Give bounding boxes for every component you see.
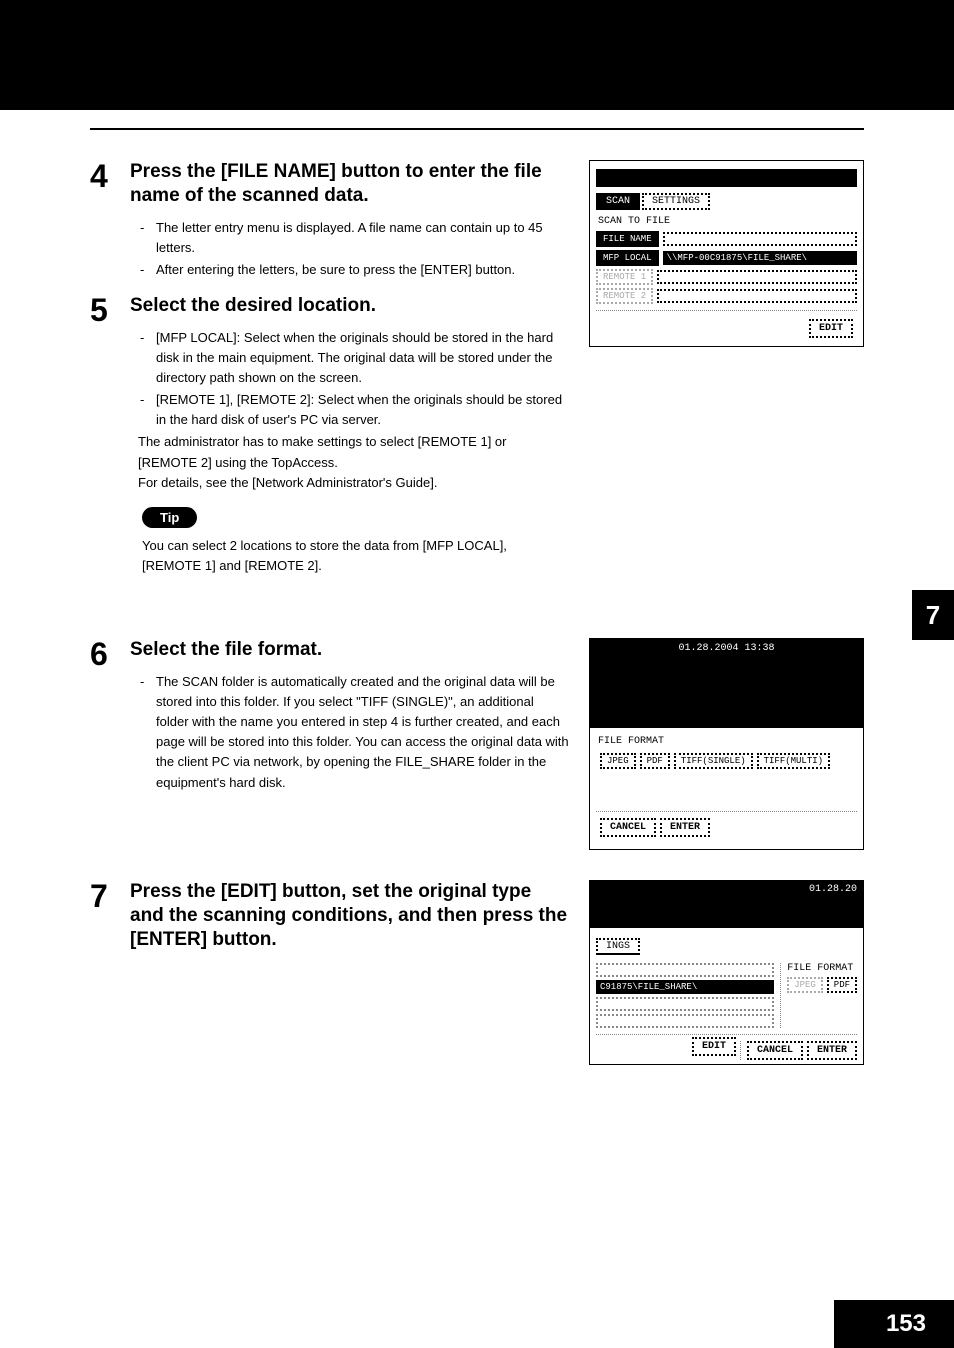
lcd-jpeg-button[interactable]: JPEG	[787, 977, 823, 993]
lcd-remote2-button[interactable]: REMOTE 2	[596, 288, 653, 304]
step-5: 5 Select the desired location. [MFP LOCA…	[90, 294, 569, 596]
step-4-bullet: The letter entry menu is displayed. A fi…	[144, 218, 569, 258]
lcd-path-fragment: C91875\FILE_SHARE\	[596, 980, 774, 994]
step-number-6: 6	[90, 638, 114, 795]
lcd-fileformat-label: FILE FORMAT	[598, 736, 855, 747]
lcd-edit-screen: 01.28.20 INGS C91875\FILE_SHARE\	[589, 880, 864, 1065]
lcd-path-field: \\MFP-00C91875\FILE_SHARE\	[663, 251, 857, 265]
lcd-edit-button[interactable]: EDIT	[692, 1037, 736, 1056]
step-6: 6 Select the file format. The SCAN folde…	[90, 638, 569, 795]
lcd-tiff-multi-button[interactable]: TIFF(MULTI)	[757, 753, 830, 769]
lcd-pdf-button[interactable]: PDF	[827, 977, 857, 993]
tip-text: You can select 2 locations to store the …	[142, 536, 569, 576]
lcd-fileformat-label: FILE FORMAT	[787, 963, 857, 974]
lcd-enter-button[interactable]: ENTER	[807, 1041, 857, 1060]
step-7-title: Press the [EDIT] button, set the origina…	[130, 880, 569, 951]
lcd-remote2-field[interactable]	[657, 289, 857, 303]
step-6-title: Select the file format.	[130, 638, 569, 662]
step-4-title: Press the [FILE NAME] button to enter th…	[130, 160, 569, 208]
lcd-filename-field[interactable]	[663, 232, 857, 246]
horizontal-rule	[90, 128, 864, 130]
lcd-jpeg-button[interactable]: JPEG	[600, 753, 636, 769]
lcd-tiff-single-button[interactable]: TIFF(SINGLE)	[674, 753, 753, 769]
lcd-pdf-button[interactable]: PDF	[640, 753, 670, 769]
page-number: 153	[834, 1300, 954, 1348]
lcd-file-format: 01.28.2004 13:38 FILE FORMAT JPEG PDF TI…	[589, 638, 864, 850]
step-number-4: 4	[90, 160, 114, 282]
step-7: 7 Press the [EDIT] button, set the origi…	[90, 880, 569, 961]
lcd-edit-button[interactable]: EDIT	[809, 319, 853, 338]
lcd-tab-scan[interactable]: SCAN	[596, 193, 640, 210]
step-number-7: 7	[90, 880, 114, 961]
lcd-filename-button[interactable]: FILE NAME	[596, 231, 659, 247]
step-4: 4 Press the [FILE NAME] button to enter …	[90, 160, 569, 282]
lcd-cancel-button[interactable]: CANCEL	[747, 1041, 803, 1060]
lcd-remote1-field[interactable]	[657, 270, 857, 284]
step-5-subtext: The administrator has to make settings t…	[130, 432, 569, 472]
chapter-tab: 7	[912, 590, 954, 640]
step-5-bullet: [REMOTE 1], [REMOTE 2]: Select when the …	[144, 390, 569, 430]
step-5-title: Select the desired location.	[130, 294, 569, 318]
lcd-cancel-button[interactable]: CANCEL	[600, 818, 656, 837]
step-number-5: 5	[90, 294, 114, 596]
lcd-datetime: 01.28.2004 13:38	[590, 639, 863, 658]
step-5-subtext: For details, see the [Network Administra…	[130, 473, 569, 493]
tip-badge: Tip	[142, 507, 197, 528]
lcd-tab-ings[interactable]: INGS	[596, 938, 640, 955]
step-6-bullet: The SCAN folder is automatically created…	[144, 672, 569, 793]
step-5-bullet: [MFP LOCAL]: Select when the originals s…	[144, 328, 569, 388]
step-4-bullet: After entering the letters, be sure to p…	[144, 260, 569, 280]
lcd-datetime-partial: 01.28.20	[590, 881, 863, 898]
lcd-enter-button[interactable]: ENTER	[660, 818, 710, 837]
lcd-mfplocal-button[interactable]: MFP LOCAL	[596, 250, 659, 266]
top-banner	[0, 0, 954, 110]
lcd-tab-settings[interactable]: SETTINGS	[642, 193, 710, 210]
lcd-heading: SCAN TO FILE	[598, 216, 855, 227]
lcd-scan-settings: SCAN SETTINGS SCAN TO FILE FILE NAME MFP…	[589, 160, 864, 347]
lcd-remote1-button[interactable]: REMOTE 1	[596, 269, 653, 285]
